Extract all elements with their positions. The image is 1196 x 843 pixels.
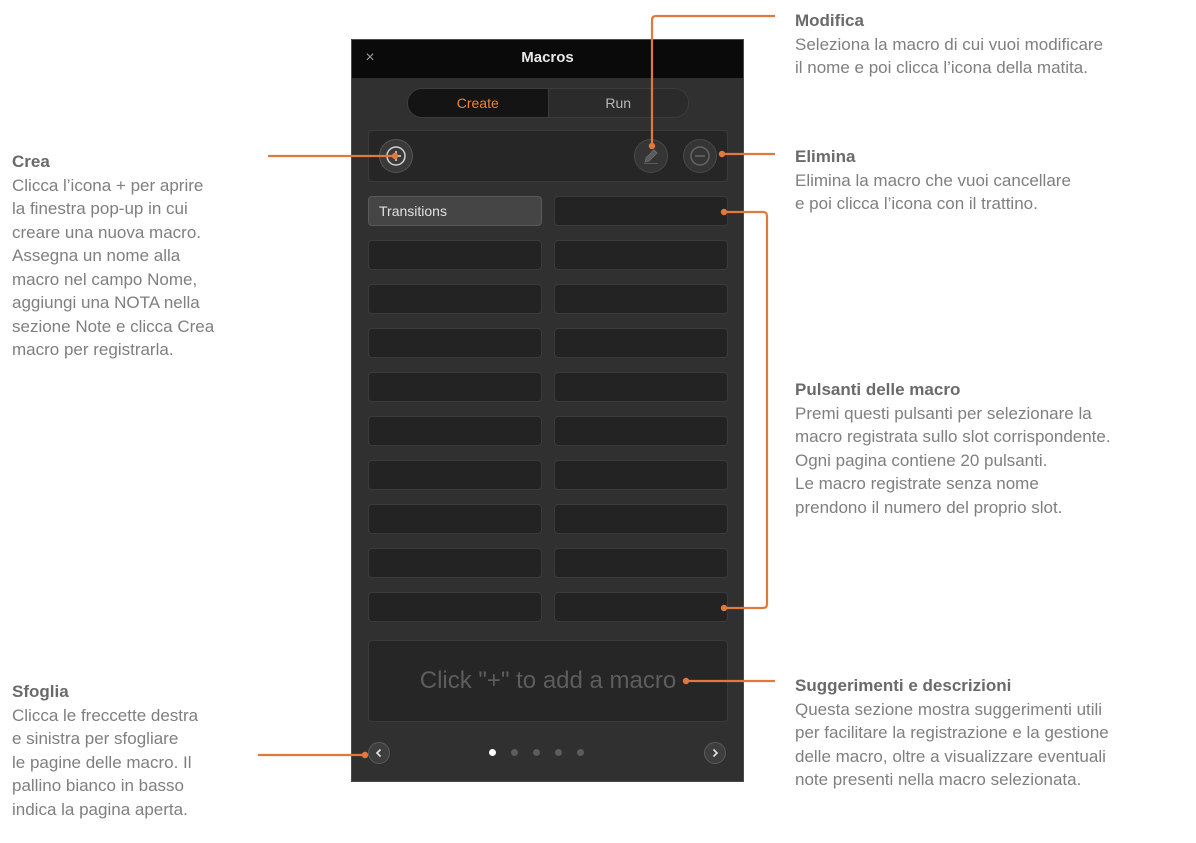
macro-slot-4[interactable] bbox=[554, 240, 728, 270]
macro-slot-3[interactable] bbox=[368, 240, 542, 270]
page-dot-4[interactable] bbox=[555, 749, 562, 756]
annotation-suggerimenti-title: Suggerimenti e descrizioni bbox=[795, 676, 1012, 695]
title-bar: × Macros bbox=[352, 40, 743, 78]
annotation-modifica-title: Modifica bbox=[795, 11, 864, 30]
macro-slot-20[interactable] bbox=[554, 592, 728, 622]
annotation-pulsanti-body: Premi questi pulsanti per selezionare la… bbox=[795, 403, 1111, 517]
minus-circle-icon bbox=[690, 146, 710, 166]
annotation-modifica: Modifica Seleziona la macro di cui vuoi … bbox=[795, 9, 1190, 80]
macro-slot-15[interactable] bbox=[368, 504, 542, 534]
page-dot-1[interactable] bbox=[489, 749, 496, 756]
macro-slot-11[interactable] bbox=[368, 416, 542, 446]
macro-slot-5[interactable] bbox=[368, 284, 542, 314]
page-dot-3[interactable] bbox=[533, 749, 540, 756]
macro-slot-9[interactable] bbox=[368, 372, 542, 402]
page-indicator bbox=[489, 749, 584, 756]
chevron-left-icon bbox=[375, 748, 382, 758]
macro-slot-12[interactable] bbox=[554, 416, 728, 446]
macro-slot-14[interactable] bbox=[554, 460, 728, 490]
macro-toolbar bbox=[368, 130, 728, 182]
annotation-elimina: Elimina Elimina la macro che vuoi cancel… bbox=[795, 145, 1190, 216]
annotation-suggerimenti: Suggerimenti e descrizioni Questa sezion… bbox=[795, 674, 1193, 792]
prev-page-button[interactable] bbox=[368, 742, 390, 764]
macro-slot-17[interactable] bbox=[368, 548, 542, 578]
pencil-icon bbox=[644, 149, 658, 164]
macro-slot-10[interactable] bbox=[554, 372, 728, 402]
edit-macro-button[interactable] bbox=[634, 139, 668, 173]
hint-box: Click "+" to add a macro bbox=[368, 640, 728, 722]
macro-slots-grid: Transitions bbox=[368, 196, 730, 622]
page-dot-2[interactable] bbox=[511, 749, 518, 756]
macros-panel: × Macros Create Run Transitions Click "+… bbox=[351, 39, 744, 782]
annotation-pulsanti-title: Pulsanti delle macro bbox=[795, 380, 961, 399]
hint-text: Click "+" to add a macro bbox=[419, 667, 677, 694]
add-macro-button[interactable] bbox=[379, 139, 413, 173]
annotation-sfoglia-title: Sfoglia bbox=[12, 682, 69, 701]
annotation-crea-body: Clicca l’icona + per aprire la finestra … bbox=[12, 175, 215, 360]
macro-slot-18[interactable] bbox=[554, 548, 728, 578]
annotation-sfoglia: Sfoglia Clicca le freccette destra e sin… bbox=[12, 680, 267, 821]
annotation-elimina-title: Elimina bbox=[795, 147, 856, 166]
annotation-suggerimenti-body: Questa sezione mostra suggerimenti utili… bbox=[795, 699, 1109, 790]
annotation-elimina-body: Elimina la macro che vuoi cancellare e p… bbox=[795, 170, 1071, 214]
mode-switch: Create Run bbox=[407, 88, 689, 118]
macro-slot-8[interactable] bbox=[554, 328, 728, 358]
window-title: Macros bbox=[521, 49, 574, 66]
plus-circle-icon bbox=[386, 146, 406, 166]
macro-slot-1[interactable]: Transitions bbox=[368, 196, 542, 226]
annotation-crea-title: Crea bbox=[12, 152, 50, 171]
tab-run[interactable]: Run bbox=[547, 89, 688, 117]
delete-macro-button[interactable] bbox=[683, 139, 717, 173]
next-page-button[interactable] bbox=[704, 742, 726, 764]
annotation-modifica-body: Seleziona la macro di cui vuoi modificar… bbox=[795, 34, 1104, 78]
macro-slot-19[interactable] bbox=[368, 592, 542, 622]
chevron-right-icon bbox=[712, 748, 719, 758]
macro-slot-6[interactable] bbox=[554, 284, 728, 314]
annotation-crea: Crea Clicca l’icona + per aprire la fine… bbox=[12, 150, 267, 362]
macro-slot-13[interactable] bbox=[368, 460, 542, 490]
tab-create[interactable]: Create bbox=[408, 89, 548, 117]
macro-slot-16[interactable] bbox=[554, 504, 728, 534]
macro-slot-2[interactable] bbox=[554, 196, 728, 226]
macro-slot-7[interactable] bbox=[368, 328, 542, 358]
page-dot-5[interactable] bbox=[577, 749, 584, 756]
annotation-sfoglia-body: Clicca le freccette destra e sinistra pe… bbox=[12, 705, 199, 819]
annotation-pulsanti: Pulsanti delle macro Premi questi pulsan… bbox=[795, 378, 1193, 519]
